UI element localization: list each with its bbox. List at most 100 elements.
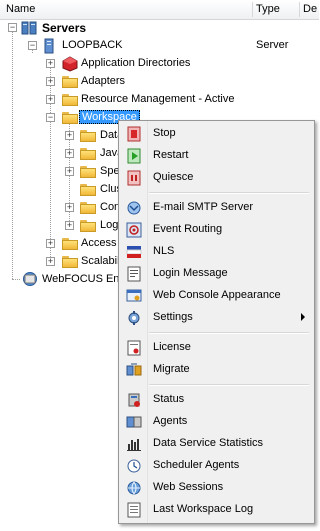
folder-icon — [62, 94, 78, 106]
folder-icon — [80, 202, 96, 214]
folder-icon — [62, 238, 78, 250]
menu-separator — [149, 384, 309, 386]
agents-icon — [126, 416, 142, 428]
menu-item-label: E-mail SMTP Server — [153, 201, 254, 213]
menu-item-data-service-statistics[interactable]: Data Service Statistics — [121, 433, 311, 455]
web-sessions-icon — [127, 481, 141, 495]
expand-icon[interactable]: + — [46, 257, 55, 266]
servers-icon — [21, 21, 37, 35]
smtp-icon — [127, 201, 141, 215]
server-icon — [44, 38, 54, 54]
status-icon — [128, 393, 140, 407]
folder-open-icon — [62, 112, 78, 124]
collapse-icon[interactable]: − — [46, 113, 55, 122]
expand-icon[interactable]: + — [46, 95, 55, 104]
folder-icon — [80, 130, 96, 142]
menu-item-label: Last Workspace Log — [153, 503, 254, 515]
log-icon — [127, 502, 141, 518]
menu-item-label: Quiesce — [153, 171, 194, 183]
application-directories-icon — [62, 56, 78, 72]
expand-icon[interactable]: + — [46, 77, 55, 86]
resource-management-label[interactable]: Resource Management - Active — [81, 93, 234, 105]
menu-item-status[interactable]: Status — [121, 389, 311, 411]
folder-icon — [80, 184, 96, 196]
appearance-icon — [126, 289, 142, 302]
expand-icon[interactable]: + — [65, 203, 74, 212]
license-icon — [127, 340, 141, 356]
loopback-label[interactable]: LOOPBACK — [62, 39, 123, 51]
menu-item-label: Status — [153, 393, 185, 405]
column-header: Name Type De — [0, 0, 319, 20]
menu-item-restart[interactable]: Restart — [121, 145, 311, 167]
column-separator[interactable] — [252, 2, 253, 17]
menu-item-migrate[interactable]: Migrate — [121, 359, 311, 381]
expand-icon[interactable]: + — [65, 149, 74, 158]
menu-item-settings[interactable]: Settings — [121, 307, 311, 329]
menu-item-label: Agents — [153, 415, 188, 427]
menu-item-label: Event Routing — [153, 223, 223, 235]
event-routing-icon — [126, 222, 142, 238]
menu-separator — [149, 192, 309, 194]
menu-item-label: License — [153, 341, 191, 353]
expand-icon[interactable]: + — [65, 221, 74, 230]
menu-item-license[interactable]: License — [121, 337, 311, 359]
application-directories-label[interactable]: Application Directories — [81, 57, 190, 69]
migrate-icon — [126, 363, 142, 376]
column-name-header[interactable]: Name — [6, 3, 35, 15]
column-separator[interactable] — [299, 2, 300, 17]
menu-item-event-routing[interactable]: Event Routing — [121, 219, 311, 241]
restart-icon — [127, 148, 141, 164]
webfocus-icon — [23, 272, 37, 286]
submenu-arrow-icon — [301, 313, 305, 321]
menu-item-label: NLS — [153, 245, 175, 257]
menu-item-label: Login Message — [153, 267, 228, 279]
menu-item-quiesce[interactable]: Quiesce — [121, 167, 311, 189]
menu-item-label: Scheduler Agents — [153, 459, 240, 471]
tree-line — [12, 31, 13, 279]
folder-icon — [62, 76, 78, 88]
login-message-icon — [127, 266, 141, 282]
collapse-icon[interactable]: − — [8, 23, 17, 32]
expand-icon[interactable]: + — [65, 131, 74, 140]
statistics-icon — [127, 439, 141, 451]
collapse-icon[interactable]: − — [28, 41, 37, 50]
column-desc-header[interactable]: De — [303, 3, 319, 15]
context-menu: Stop Restart Quiesce E-mail SMTP Server … — [118, 120, 315, 524]
menu-item-label: Data Service Statistics — [153, 437, 264, 449]
scheduler-icon — [127, 459, 141, 473]
column-type-header[interactable]: Type — [256, 3, 280, 15]
adapters-label[interactable]: Adapters — [81, 75, 125, 87]
expand-icon[interactable]: + — [46, 239, 55, 248]
menu-item-label: Stop — [153, 127, 176, 139]
menu-item-last-workspace-log[interactable]: Last Workspace Log — [121, 499, 311, 521]
settings-icon — [128, 311, 140, 325]
quiesce-icon — [127, 170, 141, 186]
menu-item-login-message[interactable]: Login Message — [121, 263, 311, 285]
menu-item-label: Migrate — [153, 363, 190, 375]
folder-icon — [80, 148, 96, 160]
menu-item-web-console-appearance[interactable]: Web Console Appearance — [121, 285, 311, 307]
menu-item-label: Restart — [153, 149, 189, 161]
menu-item-agents[interactable]: Agents — [121, 411, 311, 433]
scalability-label[interactable]: Scalabili — [81, 255, 122, 267]
folder-icon — [80, 220, 96, 232]
menu-item-stop[interactable]: Stop — [121, 123, 311, 145]
servers-label[interactable]: Servers — [42, 21, 86, 35]
expand-icon[interactable]: + — [46, 59, 55, 68]
menu-item-label: Web Console Appearance — [153, 289, 281, 301]
nls-icon — [126, 246, 142, 258]
loopback-type: Server — [256, 39, 289, 51]
menu-item-label: Web Sessions — [153, 481, 224, 493]
folder-icon — [62, 256, 78, 268]
folder-icon — [80, 166, 96, 178]
expand-icon[interactable]: + — [65, 167, 74, 176]
menu-item-web-sessions[interactable]: Web Sessions — [121, 477, 311, 499]
menu-item-scheduler-agents[interactable]: Scheduler Agents — [121, 455, 311, 477]
stop-icon — [127, 126, 141, 142]
menu-item-email-smtp-server[interactable]: E-mail SMTP Server — [121, 197, 311, 219]
menu-item-nls[interactable]: NLS — [121, 241, 311, 263]
menu-item-label: Settings — [153, 311, 193, 323]
webfocus-label[interactable]: WebFOCUS Env — [42, 273, 125, 285]
tree-line — [12, 279, 20, 280]
menu-separator — [149, 332, 309, 334]
